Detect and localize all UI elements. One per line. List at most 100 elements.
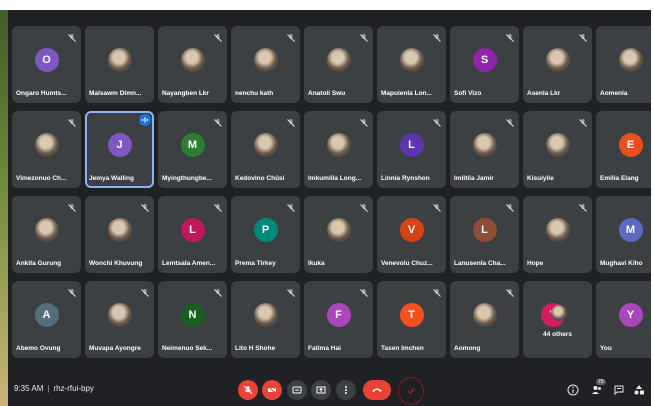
participant-tile[interactable]: Anatoli Swu xyxy=(304,26,373,103)
participant-grid: O Ongaro Humts... Malsawm Dimn... Nayangben… xyxy=(12,26,654,358)
mic-off-icon xyxy=(213,30,223,42)
participant-tile[interactable]: nenchu kath xyxy=(231,26,300,103)
participant-name: Ikuka xyxy=(308,260,325,267)
participant-tile[interactable]: M Myingthungbe... xyxy=(158,111,227,188)
participant-name: Emilia Elang xyxy=(600,175,639,182)
mic-off-icon xyxy=(286,285,296,297)
avatar xyxy=(107,218,132,242)
avatar: T xyxy=(399,303,424,327)
top-margin xyxy=(0,0,654,10)
avatar: S xyxy=(472,48,497,72)
more-vert-icon xyxy=(345,386,347,394)
mic-off-icon xyxy=(505,285,515,297)
mic-off-icon xyxy=(213,285,223,297)
participant-tile[interactable]: Imlitila Jamir xyxy=(450,111,519,188)
participant-tile[interactable]: Y You xyxy=(596,281,654,358)
mic-off-icon xyxy=(359,115,369,127)
participant-name: Asenla Lkr xyxy=(527,90,561,97)
participant-tile[interactable]: Aomenla xyxy=(596,26,654,103)
participant-tile[interactable]: Aomong xyxy=(450,281,519,358)
avatar: O xyxy=(34,48,59,72)
participant-tile[interactable]: Ikuka xyxy=(304,196,373,273)
camera-toggle-button[interactable] xyxy=(262,380,282,400)
participant-tile[interactable]: Wonchi Khuvung xyxy=(85,196,154,273)
mic-off-icon xyxy=(213,115,223,127)
participant-name: 44 others xyxy=(543,331,572,338)
avatar: L xyxy=(472,218,497,242)
current-time: 9:35 AM xyxy=(14,384,44,393)
participant-name: Fatima Hai xyxy=(308,345,341,352)
participant-name: Anatoli Swu xyxy=(308,90,346,97)
participant-tile[interactable]: L Lanusenla Cha... xyxy=(450,196,519,273)
participant-name: Linnia Rynshon xyxy=(381,175,430,182)
participant-tile[interactable]: M Mughavi Kiho xyxy=(596,196,654,273)
participant-name: Kisuiyile xyxy=(527,175,554,182)
participant-tile[interactable]: Vimezonuo Ch... xyxy=(12,111,81,188)
participant-tile[interactable]: L Lemtsala Amen... xyxy=(158,196,227,273)
mic-off-icon xyxy=(67,285,77,297)
participant-tile[interactable]: Nayangben Lkr xyxy=(158,26,227,103)
people-icon xyxy=(592,386,601,394)
avatar: Y xyxy=(618,303,643,327)
participant-tile[interactable]: N Neimenuo Sek... xyxy=(158,281,227,358)
participant-tile[interactable]: Malsawm Dimn... xyxy=(85,26,154,103)
participant-name: Ankita Gurung xyxy=(16,260,62,267)
participant-tile[interactable]: J Jemya Walling xyxy=(85,111,154,188)
participant-tile[interactable]: Hope xyxy=(523,196,592,273)
participant-tile[interactable]: L Linnia Rynshon xyxy=(377,111,446,188)
people-button[interactable]: 79 xyxy=(590,379,606,397)
leave-call-button[interactable] xyxy=(363,380,391,400)
participant-name: Abemo Ovung xyxy=(16,345,61,352)
participant-tile[interactable]: T Tasen Imchen xyxy=(377,281,446,358)
avatar xyxy=(326,133,351,157)
mic-off-icon xyxy=(140,285,150,297)
avatar xyxy=(545,48,570,72)
participant-tile[interactable]: A Abemo Ovung xyxy=(12,281,81,358)
participant-tile[interactable]: Lito H Shohe xyxy=(231,281,300,358)
captions-icon xyxy=(292,386,302,394)
participant-tile[interactable]: Imkumlila Long... xyxy=(304,111,373,188)
participant-tile[interactable]: Ankita Gurung xyxy=(12,196,81,273)
participant-tile[interactable]: F Fatima Hai xyxy=(304,281,373,358)
raise-hand-button[interactable] xyxy=(398,377,424,405)
mic-toggle-button[interactable] xyxy=(238,380,258,400)
avatar: L xyxy=(180,218,205,242)
participant-tile[interactable]: Muvapa Ayongre xyxy=(85,281,154,358)
present-button[interactable] xyxy=(311,380,331,400)
participant-tile[interactable]: Mapuienla Lon... xyxy=(377,26,446,103)
participant-tile[interactable]: V Venevolu Chuz... xyxy=(377,196,446,273)
avatar xyxy=(326,48,351,72)
participant-tile[interactable]: Kisuiyile xyxy=(523,111,592,188)
participant-name: Muvapa Ayongre xyxy=(89,345,141,352)
meeting-details-button[interactable] xyxy=(566,383,580,397)
meet-window: O Ongaro Humts... Malsawm Dimn... Nayangben… xyxy=(8,10,654,406)
more-options-button[interactable] xyxy=(336,380,356,400)
chat-button[interactable] xyxy=(612,383,626,397)
avatar xyxy=(618,48,643,72)
mic-off-icon xyxy=(432,115,442,127)
participant-tile[interactable]: P Prema Tirkey xyxy=(231,196,300,273)
participant-tile[interactable]: S Sofi Vizo xyxy=(450,26,519,103)
participant-name: Imkumlila Long... xyxy=(308,175,362,182)
participant-name: Prema Tirkey xyxy=(235,260,276,267)
avatar xyxy=(253,48,278,72)
mic-off-icon xyxy=(286,30,296,42)
participant-tile[interactable]: Asenla Lkr xyxy=(523,26,592,103)
participant-tile[interactable]: O Ongaro Humts... xyxy=(12,26,81,103)
captions-button[interactable] xyxy=(287,380,307,400)
mic-off-icon xyxy=(243,385,253,395)
avatar xyxy=(107,48,132,72)
participant-name: Venevolu Chuz... xyxy=(381,260,433,267)
info-icon xyxy=(567,384,579,396)
activities-button[interactable] xyxy=(632,383,646,397)
participant-name: Lemtsala Amen... xyxy=(162,260,216,267)
participant-tile[interactable]: Kedovino Chüsi xyxy=(231,111,300,188)
participant-tile[interactable]: V44 others xyxy=(523,281,592,358)
participant-name: Imlitila Jamir xyxy=(454,175,494,182)
participant-name: Sofi Vizo xyxy=(454,90,482,97)
avatar: J xyxy=(107,133,132,157)
mic-off-icon xyxy=(67,30,77,42)
participant-name: Neimenuo Sek... xyxy=(162,345,213,352)
avatar xyxy=(107,303,132,327)
participant-tile[interactable]: E Emilia Elang xyxy=(596,111,654,188)
